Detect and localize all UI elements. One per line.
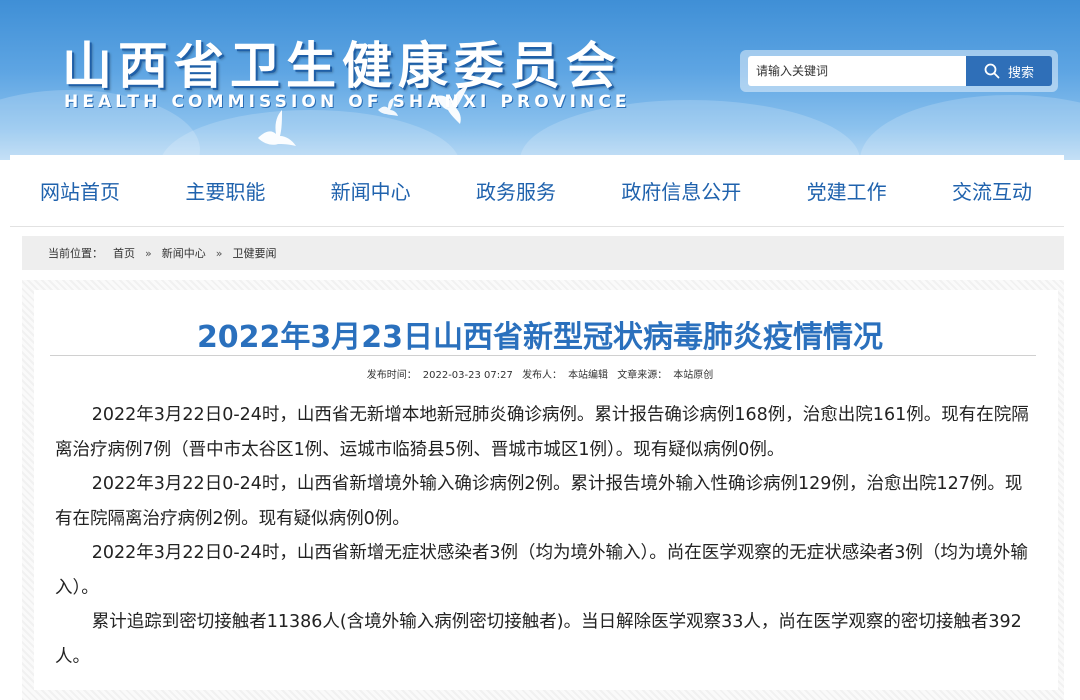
- article-paragraph: 2022年3月22日0-24时，山西省无新增本地新冠肺炎确诊病例。累计报告确诊病…: [55, 405, 1029, 460]
- article-body: 2022年3月22日0-24时，山西省无新增本地新冠肺炎确诊病例。累计报告确诊病…: [55, 398, 1033, 674]
- main-nav: 网站首页 主要职能 新闻中心 政务服务 政府信息公开 党建工作 交流互动: [10, 155, 1064, 227]
- nav-item-services[interactable]: 政务服务: [476, 176, 556, 205]
- nav-item-interaction[interactable]: 交流互动: [952, 176, 1032, 205]
- breadcrumb: 当前位置： 首页 » 新闻中心 » 卫健要闻: [22, 236, 1064, 270]
- site-logo-subtitle: HEALTH COMMISSION OF SHANXI PROVINCE: [64, 92, 631, 112]
- breadcrumb-current[interactable]: 卫健要闻: [232, 245, 276, 261]
- breadcrumb-separator: »: [145, 246, 152, 260]
- nav-item-functions[interactable]: 主要职能: [185, 176, 265, 205]
- search-box: 搜索: [740, 50, 1058, 92]
- article-paragraph: 2022年3月22日0-24时，山西省新增无症状感染者3例（均为境外输入）。尚在…: [55, 543, 1028, 598]
- breadcrumb-separator: »: [215, 246, 223, 260]
- dove-icon: [258, 110, 296, 146]
- publish-time-label: 发布时间：: [366, 370, 417, 381]
- author-label: 发布人：: [522, 370, 563, 381]
- site-header: 山西省卫生健康委员会 HEALTH COMMISSION OF SHANXI P…: [0, 0, 1080, 160]
- search-input[interactable]: [748, 56, 966, 86]
- dove-icon: [378, 98, 398, 116]
- nav-item-news[interactable]: 新闻中心: [331, 176, 411, 205]
- nav-item-info-disclosure[interactable]: 政府信息公开: [621, 176, 741, 205]
- author: 本站编辑: [568, 370, 609, 381]
- cloud-decoration: [160, 110, 460, 160]
- title-divider: [50, 355, 1036, 356]
- article-title: 2022年3月23日山西省新型冠状病毒肺炎疫情情况: [196, 320, 884, 355]
- source: 本站原创: [673, 370, 714, 381]
- site-logo-title: 山西省卫生健康委员会: [62, 37, 622, 95]
- nav-item-party[interactable]: 党建工作: [807, 176, 887, 205]
- article-paragraph: 2022年3月22日0-24时，山西省新增境外输入确诊病例2例。累计报告境外输入…: [55, 474, 1023, 529]
- article-meta: 发布时间： 2022-03-23 07:27 发布人： 本站编辑 文章来源： 本站原创: [0, 366, 1080, 381]
- publish-time: 2022-03-23 07:27: [422, 370, 513, 381]
- nav-item-home[interactable]: 网站首页: [40, 176, 120, 205]
- search-button-label: 搜索: [1007, 65, 1034, 81]
- dove-icon: [436, 86, 468, 124]
- article-paragraph: 累计追踪到密切接触者11386人(含境外输入病例密切接触者)。当日解除医学观察3…: [55, 612, 1022, 667]
- breadcrumb-news[interactable]: 新闻中心: [162, 245, 206, 261]
- search-icon: [984, 63, 1000, 79]
- cloud-decoration: [860, 95, 1080, 160]
- search-button[interactable]: 搜索: [966, 56, 1052, 86]
- source-label: 文章来源：: [617, 370, 668, 381]
- breadcrumb-prefix: 当前位置：: [48, 247, 103, 260]
- breadcrumb-home[interactable]: 首页: [113, 245, 135, 261]
